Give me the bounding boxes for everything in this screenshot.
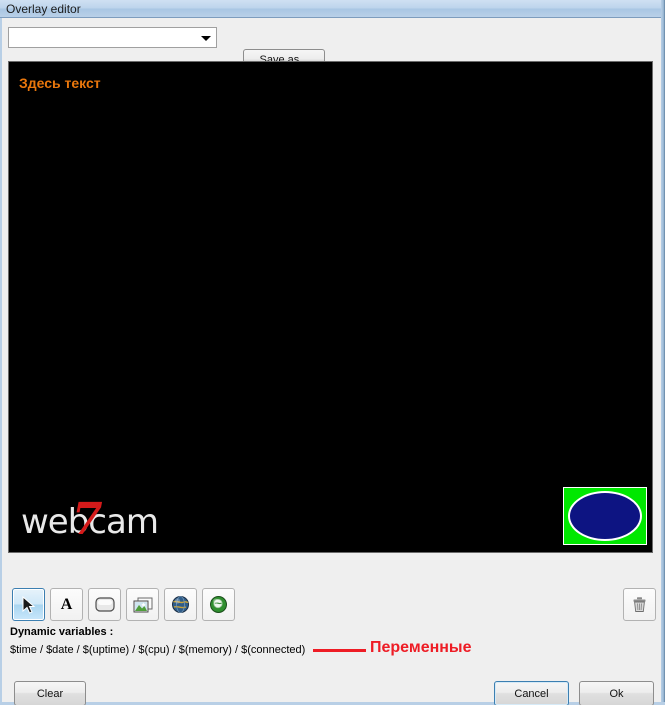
cursor-arrow-icon (13, 589, 44, 620)
text-tool-button[interactable]: A (50, 588, 83, 621)
ellipse-shape[interactable] (568, 491, 642, 541)
dynamic-variables-list: $time / $date / $(uptime) / $(cpu) / $(m… (10, 644, 306, 656)
ok-button[interactable]: Ok (579, 681, 654, 705)
canvas-shape-block[interactable] (563, 487, 647, 545)
window-title: Overlay editor (6, 2, 81, 16)
image-tool-button[interactable] (126, 588, 159, 621)
rounded-rect-icon (89, 589, 120, 620)
globe-green-tool-button[interactable] (202, 588, 235, 621)
window-frame-right (661, 0, 665, 705)
shape-tool-button[interactable] (88, 588, 121, 621)
clear-button[interactable]: Clear (14, 681, 86, 705)
chevron-down-icon[interactable] (201, 36, 211, 41)
delete-button[interactable] (623, 588, 656, 621)
webcam7-logo: webcam 7 (21, 494, 191, 545)
picture-icon (127, 589, 158, 620)
preset-combobox[interactable] (8, 27, 217, 48)
canvas-overlay-text[interactable]: Здесь текст (19, 75, 101, 91)
overlay-canvas[interactable]: Здесь текст webcam 7 (8, 61, 653, 553)
globe-blue-icon (165, 589, 196, 620)
annotation-label: Переменные (370, 639, 472, 656)
select-tool-button[interactable] (12, 588, 45, 621)
overlay-editor-window: Overlay editor Save as... Здесь текст we… (0, 0, 665, 705)
titlebar: Overlay editor (0, 0, 665, 18)
globe-tool-button[interactable] (164, 588, 197, 621)
logo-accent-seven: 7 (72, 494, 103, 545)
text-tool-label: A (60, 595, 73, 613)
client-area: Save as... Здесь текст webcam 7 A Dynami… (2, 19, 661, 705)
annotation-leader-line (313, 649, 366, 652)
globe-green-icon (203, 589, 234, 620)
dynamic-variables-label: Dynamic variables : (10, 626, 114, 638)
cancel-button[interactable]: Cancel (494, 681, 569, 705)
trash-icon (624, 589, 655, 620)
letter-a-icon: A (51, 589, 82, 620)
